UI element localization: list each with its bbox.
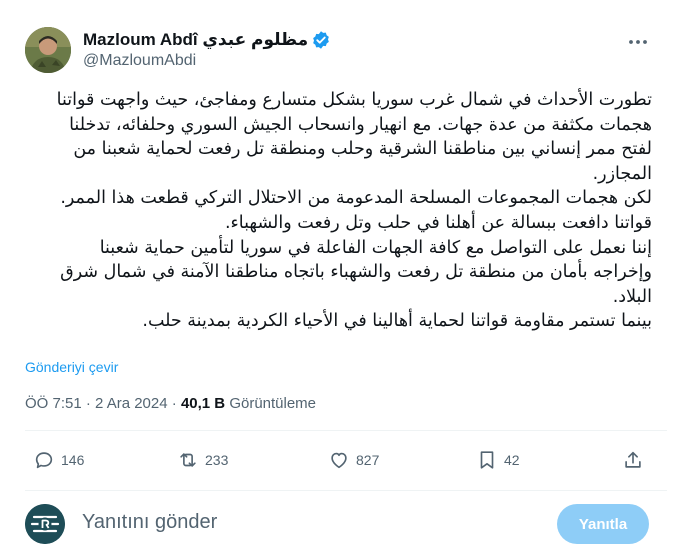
divider: [25, 490, 667, 491]
tweet-text-line: لكن هجمات المجموعات المسلحة المدعومة من …: [60, 188, 652, 209]
bookmark-button[interactable]: 42: [476, 448, 520, 472]
reply-count: 146: [61, 452, 85, 468]
views-label: Görüntüleme: [229, 395, 317, 412]
like-count: 827: [356, 452, 380, 468]
tweet-text-line: لفتح ممر إنساني بين مناطقنا الشرقية وحلب…: [73, 139, 652, 160]
reply-icon: [35, 452, 53, 469]
more-horizontal-icon: [629, 40, 647, 44]
author-display-name[interactable]: Mazloum Abdî مظلوم عبدي: [83, 30, 331, 50]
verified-badge-icon: [313, 31, 329, 49]
action-bar: 146 233 827 42: [25, 448, 667, 472]
current-user-avatar[interactable]: [25, 504, 65, 544]
tweet-text-line: قواتنا دافعت ببسالة عن أهلنا في حلب وتل …: [224, 212, 652, 233]
bookmark-icon: [480, 451, 494, 469]
more-options-button[interactable]: [626, 30, 650, 54]
post-timestamp[interactable]: ÖÖ 7:51 · 2 Ara 2024 ·: [25, 395, 177, 412]
heart-icon: [331, 452, 347, 469]
divider: [25, 430, 667, 431]
author-handle[interactable]: @MazloumAbdi: [83, 52, 196, 70]
author-name-latin: Mazloum Abdî: [83, 30, 198, 49]
rudaw-logo-icon: [25, 504, 65, 544]
tweet-text: تطورت الأحداث في شمال غرب سوريا بشكل متس…: [25, 88, 652, 334]
repost-count: 233: [205, 452, 229, 468]
repost-icon: [180, 453, 196, 467]
tweet-meta: ÖÖ 7:51 · 2 Ara 2024 · 40,1 B Görüntülem…: [25, 395, 316, 412]
reply-composer: Yanıtla: [25, 504, 667, 544]
repost-button[interactable]: 233: [177, 448, 228, 472]
bookmark-count: 42: [504, 452, 520, 468]
author-name-arabic: مظلوم عبدي: [202, 30, 309, 49]
tweet-text-line: المجازر.: [592, 163, 652, 184]
share-icon: [625, 451, 641, 468]
views-count: 40,1 B: [180, 395, 226, 412]
tweet-text-line: هجمات مكثفة من عدة جهات. مع انهيار وانسح…: [69, 114, 652, 135]
tweet-text-line: بينما تستمر مقاومة قواتنا لحماية أهالينا…: [142, 311, 652, 332]
reply-submit-button[interactable]: Yanıtla: [557, 504, 649, 544]
reply-input[interactable]: [82, 511, 542, 534]
share-button[interactable]: [622, 448, 644, 472]
tweet-post: Mazloum Abdî مظلوم عبدي @MazloumAbdi تطو…: [0, 0, 692, 544]
tweet-text-line: وإخراجه بأمان من منطقة تل رفعت والشهباء …: [60, 262, 652, 283]
tweet-text-line: البلاد.: [612, 286, 652, 307]
reply-button[interactable]: 146: [33, 448, 84, 472]
translate-post-link[interactable]: Gönderiyi çevir: [25, 359, 118, 375]
tweet-text-line: تطورت الأحداث في شمال غرب سوريا بشكل متس…: [56, 90, 652, 110]
like-button[interactable]: 827: [328, 448, 379, 472]
avatar[interactable]: [25, 27, 71, 73]
tweet-text-line: إننا نعمل على التواصل مع كافة الجهات الف…: [99, 237, 652, 258]
